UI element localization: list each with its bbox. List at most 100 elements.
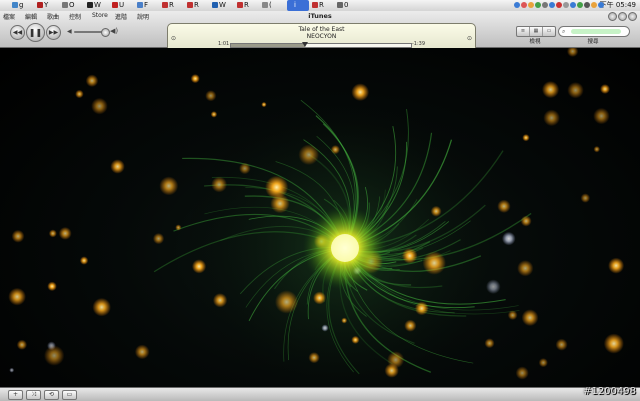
window-title: iTunes [308, 12, 332, 20]
tray-icon[interactable] [514, 2, 520, 8]
visualizer-particle [191, 259, 207, 274]
visualizer-particle [274, 290, 299, 314]
task-app-icon [12, 2, 18, 8]
tray-icon[interactable] [535, 2, 541, 8]
visualizer-particle [261, 101, 267, 108]
taskbar-task[interactable]: O [62, 0, 84, 11]
taskbar-task[interactable]: g [12, 0, 34, 11]
visualizer-particle [9, 367, 15, 373]
visualizer-particle [484, 338, 495, 349]
visualizer-particle [593, 145, 601, 153]
taskbar-task[interactable]: W [87, 0, 109, 11]
add-playlist-button[interactable]: + [8, 390, 23, 400]
task-app-icon [37, 2, 43, 8]
tray-icon[interactable] [521, 2, 527, 8]
task-label: W [219, 1, 226, 9]
tray-icon[interactable] [563, 2, 569, 8]
task-label: W [94, 1, 101, 9]
task-app-icon [237, 2, 243, 8]
taskbar-task[interactable]: Y [37, 0, 59, 11]
list-view-icon[interactable]: ≡ [517, 27, 530, 36]
previous-track-button[interactable]: ◀◀ [10, 25, 25, 40]
volume-knob[interactable] [101, 28, 111, 37]
taskbar-task[interactable]: ( [262, 0, 284, 11]
task-label: i [294, 1, 296, 9]
task-label: R [244, 1, 249, 9]
taskbar-task[interactable]: R [312, 0, 334, 11]
task-app-icon [262, 2, 268, 8]
music-visualizer[interactable] [0, 48, 640, 387]
visualizer-particle [486, 279, 501, 294]
task-label: R [319, 1, 324, 9]
tray-icon[interactable] [556, 2, 562, 8]
task-label: U [119, 1, 125, 9]
coverflow-view-icon[interactable]: ▭ [543, 27, 555, 36]
system-tray: 下午 05:49 [512, 0, 640, 11]
view-label: 檢視 [529, 39, 541, 45]
tray-icon[interactable] [570, 2, 576, 8]
elapsed-time: 1:01 [218, 41, 230, 47]
maximize-button[interactable] [618, 12, 627, 21]
visualizer-particle [58, 226, 72, 240]
visualizer-particle [91, 97, 108, 115]
visualizer-particle [603, 333, 624, 354]
visualizer-particle [330, 145, 340, 155]
visualizer-particle [507, 310, 518, 321]
repeat-button[interactable]: ⟲ [44, 390, 59, 400]
minimize-button[interactable] [608, 12, 617, 21]
visualizer-particle [351, 83, 370, 102]
song-title: Tale of the East [298, 26, 345, 33]
playhead-icon[interactable] [301, 42, 308, 47]
taskbar-task[interactable]: i [287, 0, 309, 11]
taskbar-task[interactable]: R [237, 0, 259, 11]
grid-view-icon[interactable]: ▦ [530, 27, 543, 36]
visualizer-particle [110, 159, 125, 174]
visualizer-particle [308, 352, 320, 364]
clock[interactable]: 下午 05:49 [600, 0, 636, 11]
task-app-icon [287, 2, 293, 8]
visualizer-particle [85, 74, 99, 88]
image-watermark: #1200498 [583, 386, 636, 397]
task-app-icon [162, 2, 168, 8]
task-app-icon [62, 2, 68, 8]
view-switcher: ≡ ▦ ▭ [516, 26, 556, 37]
visualizer-particle [414, 301, 429, 316]
taskbar-task[interactable]: R [162, 0, 184, 11]
taskbar-task[interactable]: W [212, 0, 234, 11]
taskbar-task[interactable]: R [187, 0, 209, 11]
taskbar-task[interactable]: F [137, 0, 159, 11]
tray-icon[interactable] [598, 2, 604, 8]
tray-icon[interactable] [584, 2, 590, 8]
tray-icon[interactable] [577, 2, 583, 8]
search-input[interactable]: ⌕ [558, 26, 630, 37]
tray-icon[interactable] [549, 2, 555, 8]
visualizer-effects [8, 48, 625, 387]
taskbar-task[interactable]: U [112, 0, 134, 11]
task-label: ( [269, 1, 272, 9]
play-pause-button[interactable]: ❚❚ [26, 23, 45, 42]
volume-high-icon: ◀) [110, 27, 119, 35]
task-label: R [194, 1, 199, 9]
shuffle-button[interactable]: ⤨ [26, 390, 41, 400]
visualizer-particle [341, 317, 348, 324]
next-track-button[interactable]: ▶▶ [46, 25, 61, 40]
close-button[interactable] [628, 12, 637, 21]
task-app-icon [337, 2, 343, 8]
task-label: F [144, 1, 149, 9]
apple-menu-icon[interactable] [2, 0, 10, 11]
visualizer-particle [522, 134, 530, 142]
visualizer-particle [205, 90, 217, 102]
tray-icon[interactable] [542, 2, 548, 8]
tray-icon[interactable] [528, 2, 534, 8]
taskbar-task[interactable]: 0 [337, 0, 359, 11]
visualizer-particle [11, 229, 25, 243]
task-app-icon [312, 2, 318, 8]
itunes-bottom-bar: + ⤨ ⟲ ▭ [0, 387, 640, 401]
task-label: Y [44, 1, 49, 9]
visualizer-particle [384, 363, 399, 378]
tray-icon[interactable] [591, 2, 597, 8]
task-app-icon [137, 2, 143, 8]
artwork-toggle-button[interactable]: ▭ [62, 390, 77, 400]
volume-low-icon: ◀ [67, 28, 72, 35]
visualizer-particle [298, 144, 320, 166]
